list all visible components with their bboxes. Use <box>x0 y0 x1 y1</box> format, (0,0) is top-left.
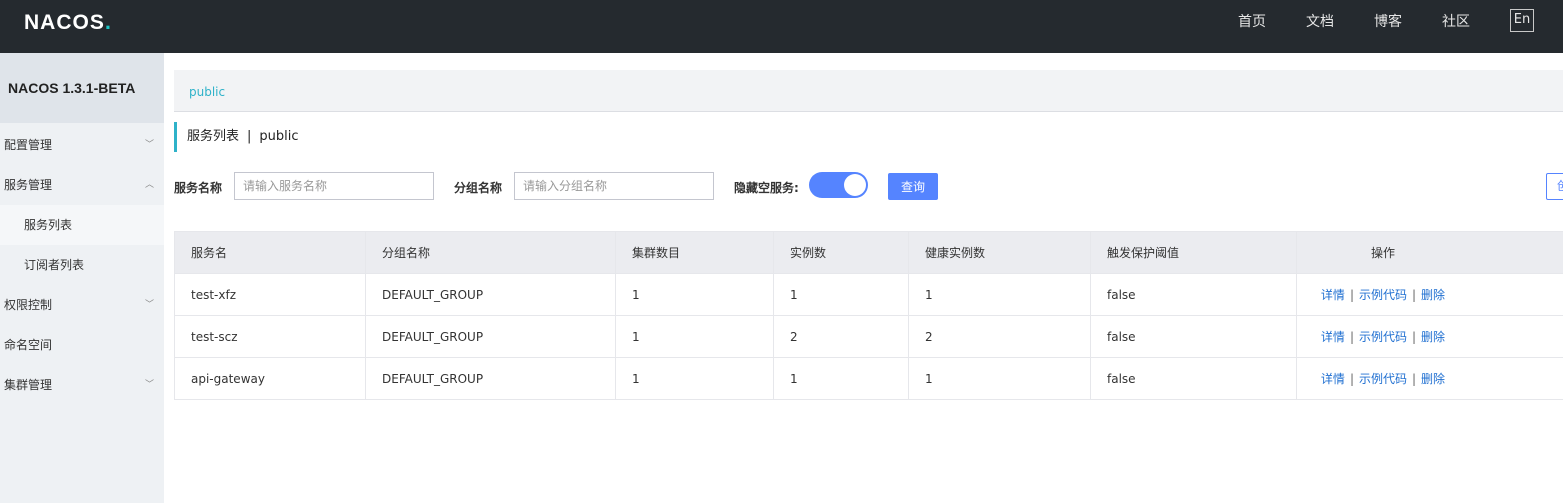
logo-text: NACOS <box>24 11 105 34</box>
version-label: NACOS 1.3.1-BETA <box>0 53 164 123</box>
page-title: 服务列表 | public <box>174 122 299 152</box>
delete-link[interactable]: 删除 <box>1421 330 1445 344</box>
table-row: api-gateway DEFAULT_GROUP 1 1 1 false 详情… <box>174 357 1563 400</box>
action-separator: | <box>1349 372 1354 386</box>
column-header-group-name: 分组名称 <box>365 231 616 274</box>
logo-dot: . <box>104 9 112 34</box>
action-separator: | <box>1412 288 1417 302</box>
sidebar-item-label: 服务管理 <box>4 178 53 192</box>
language-switch-button[interactable]: En <box>1510 9 1534 32</box>
sidebar: NACOS 1.3.1-BETA 配置管理 ﹀ 服务管理 ︿ 服务列表 订阅者列… <box>0 53 164 503</box>
cell-operations: 详情 | 示例代码 | 删除 <box>1296 273 1563 316</box>
service-name-label: 服务名称 <box>174 181 223 195</box>
column-header-operations: 操作 <box>1296 231 1563 274</box>
sidebar-item-label: 权限控制 <box>4 298 53 312</box>
sample-code-link[interactable]: 示例代码 <box>1359 288 1407 302</box>
nav-community-link[interactable]: 社区 <box>1442 11 1470 31</box>
cell-instance-count: 2 <box>773 315 909 358</box>
sidebar-item-namespace[interactable]: 命名空间 <box>0 325 164 365</box>
column-header-protect-threshold: 触发保护阈值 <box>1090 231 1297 274</box>
service-table: 服务名 分组名称 集群数目 实例数 健康实例数 触发保护阈值 操作 test-x… <box>174 231 1563 400</box>
page-title-text: 服务列表 <box>187 129 240 144</box>
namespace-bar: public <box>174 70 1563 112</box>
cell-healthy-instance-count: 1 <box>908 273 1091 316</box>
cell-protect-threshold: false <box>1090 315 1297 358</box>
cell-operations: 详情 | 示例代码 | 删除 <box>1296 315 1563 358</box>
sidebar-item-label: 服务列表 <box>24 218 73 232</box>
cell-cluster-count: 1 <box>615 315 774 358</box>
sample-code-link[interactable]: 示例代码 <box>1359 372 1407 386</box>
table-header-row: 服务名 分组名称 集群数目 实例数 健康实例数 触发保护阈值 操作 <box>174 231 1563 274</box>
sidebar-item-config-management[interactable]: 配置管理 ﹀ <box>0 125 164 165</box>
hide-empty-services-toggle[interactable] <box>809 172 868 198</box>
column-header-healthy-instance-count: 健康实例数 <box>908 231 1091 274</box>
cell-group-name: DEFAULT_GROUP <box>365 273 616 316</box>
sample-code-link[interactable]: 示例代码 <box>1359 330 1407 344</box>
top-navbar: NACOS. 首页 文档 博客 社区 En <box>0 0 1563 53</box>
chevron-down-icon: ﹀ <box>144 300 154 310</box>
cell-service-name: api-gateway <box>174 357 366 400</box>
cell-healthy-instance-count: 2 <box>908 315 1091 358</box>
detail-link[interactable]: 详情 <box>1321 330 1345 344</box>
sidebar-item-subscriber-list[interactable]: 订阅者列表 <box>0 245 164 285</box>
create-service-button[interactable]: 创 <box>1546 173 1563 200</box>
cell-group-name: DEFAULT_GROUP <box>365 357 616 400</box>
cell-healthy-instance-count: 1 <box>908 357 1091 400</box>
action-separator: | <box>1349 288 1354 302</box>
cell-protect-threshold: false <box>1090 357 1297 400</box>
sidebar-item-service-management[interactable]: 服务管理 ︿ <box>0 165 164 205</box>
chevron-down-icon: ﹀ <box>144 380 154 390</box>
chevron-up-icon: ︿ <box>144 180 154 190</box>
cell-cluster-count: 1 <box>615 357 774 400</box>
page-title-separator: | <box>247 129 252 144</box>
group-name-label: 分组名称 <box>454 181 503 195</box>
query-button[interactable]: 查询 <box>888 173 938 200</box>
group-name-input[interactable] <box>514 172 714 200</box>
cell-service-name: test-xfz <box>174 273 366 316</box>
service-name-input[interactable] <box>234 172 434 200</box>
cell-operations: 详情 | 示例代码 | 删除 <box>1296 357 1563 400</box>
chevron-down-icon: ﹀ <box>144 140 154 150</box>
cell-instance-count: 1 <box>773 273 909 316</box>
sidebar-item-label: 订阅者列表 <box>24 258 85 272</box>
nacos-logo[interactable]: NACOS. <box>24 9 112 35</box>
sidebar-item-cluster-management[interactable]: 集群管理 ﹀ <box>0 365 164 405</box>
detail-link[interactable]: 详情 <box>1321 372 1345 386</box>
column-header-cluster-count: 集群数目 <box>615 231 774 274</box>
action-separator: | <box>1412 330 1417 344</box>
nav-blog-link[interactable]: 博客 <box>1374 11 1402 31</box>
cell-group-name: DEFAULT_GROUP <box>365 315 616 358</box>
action-separator: | <box>1412 372 1417 386</box>
sidebar-item-label: 命名空间 <box>4 338 53 352</box>
cell-instance-count: 1 <box>773 357 909 400</box>
cell-protect-threshold: false <box>1090 273 1297 316</box>
sidebar-item-access-control[interactable]: 权限控制 ﹀ <box>0 285 164 325</box>
page-title-namespace: public <box>259 129 299 144</box>
cell-cluster-count: 1 <box>615 273 774 316</box>
column-header-service-name: 服务名 <box>174 231 366 274</box>
column-header-instance-count: 实例数 <box>773 231 909 274</box>
nav-docs-link[interactable]: 文档 <box>1306 11 1334 31</box>
sidebar-item-service-list[interactable]: 服务列表 <box>0 205 164 245</box>
table-row: test-xfz DEFAULT_GROUP 1 1 1 false 详情 | 示例… <box>174 273 1563 316</box>
cell-service-name: test-scz <box>174 315 366 358</box>
delete-link[interactable]: 删除 <box>1421 288 1445 302</box>
sidebar-item-label: 配置管理 <box>4 138 53 152</box>
action-separator: | <box>1349 330 1354 344</box>
sidebar-item-label: 集群管理 <box>4 378 53 392</box>
delete-link[interactable]: 删除 <box>1421 372 1445 386</box>
table-row: test-scz DEFAULT_GROUP 1 2 2 false 详情 | 示例… <box>174 315 1563 358</box>
detail-link[interactable]: 详情 <box>1321 288 1345 302</box>
namespace-tab-public[interactable]: public <box>189 85 225 99</box>
hide-empty-services-label: 隐藏空服务: <box>734 181 799 195</box>
nav-home-link[interactable]: 首页 <box>1238 11 1266 31</box>
toggle-knob <box>844 174 866 196</box>
